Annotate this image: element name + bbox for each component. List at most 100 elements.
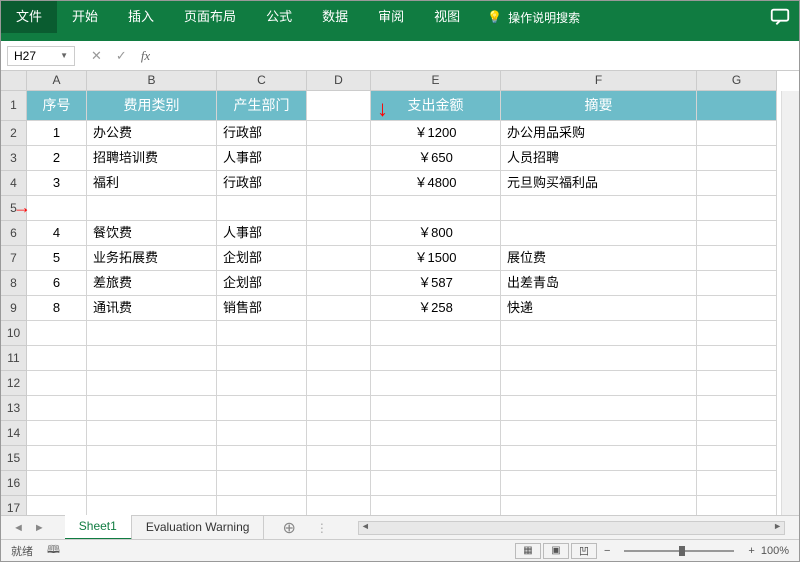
ribbon-tab-insert[interactable]: 插入 <box>113 1 169 33</box>
accessibility-icon[interactable]: 🕮 <box>47 541 60 560</box>
vertical-scrollbar[interactable] <box>781 91 799 529</box>
cells-area[interactable]: 序号费用类别产生部门支出金额摘要1办公费行政部￥1200办公用品采购2招聘培训费… <box>27 91 781 529</box>
formula-input[interactable] <box>166 46 799 65</box>
col-header-E[interactable]: E <box>371 71 501 91</box>
col-header-F[interactable]: F <box>501 71 697 91</box>
cell[interactable] <box>27 471 87 496</box>
row-header[interactable]: 14 <box>1 421 27 446</box>
cell[interactable]: 企划部 <box>217 246 307 271</box>
ribbon-tab-formula[interactable]: 公式 <box>251 1 307 33</box>
cell[interactable] <box>307 171 371 196</box>
cell[interactable] <box>27 321 87 346</box>
cell[interactable] <box>87 446 217 471</box>
cell[interactable]: 行政部 <box>217 121 307 146</box>
cell[interactable] <box>501 421 697 446</box>
cell[interactable]: ￥4800 <box>371 171 501 196</box>
row-header[interactable]: 2 <box>1 121 27 146</box>
cell[interactable] <box>307 471 371 496</box>
zoom-out-button[interactable]: − <box>604 545 610 557</box>
cell[interactable] <box>217 446 307 471</box>
cell[interactable]: 福利 <box>87 171 217 196</box>
row-header[interactable]: 16 <box>1 471 27 496</box>
row-header[interactable]: 8 <box>1 271 27 296</box>
view-pagebreak-button[interactable]: 凹 <box>571 543 597 559</box>
cell[interactable] <box>217 421 307 446</box>
cell[interactable]: 快递 <box>501 296 697 321</box>
cell[interactable] <box>371 471 501 496</box>
cell[interactable] <box>697 146 777 171</box>
name-box[interactable]: H27 ▼ <box>7 46 75 66</box>
cell[interactable] <box>27 196 87 221</box>
cell[interactable] <box>501 471 697 496</box>
tell-me-search[interactable]: 💡 操作说明搜索 <box>487 9 580 26</box>
cell[interactable]: ￥258 <box>371 296 501 321</box>
cell[interactable] <box>697 246 777 271</box>
cell[interactable] <box>87 421 217 446</box>
row-header[interactable]: 7 <box>1 246 27 271</box>
cell[interactable] <box>27 371 87 396</box>
cell[interactable]: 人事部 <box>217 221 307 246</box>
cell[interactable] <box>501 446 697 471</box>
cell[interactable] <box>217 396 307 421</box>
cell[interactable]: 出差青岛 <box>501 271 697 296</box>
cell[interactable]: 元旦购买福利品 <box>501 171 697 196</box>
zoom-in-button[interactable]: + <box>748 545 754 557</box>
cell[interactable] <box>697 271 777 296</box>
cell[interactable] <box>697 371 777 396</box>
cell[interactable] <box>307 346 371 371</box>
row-header[interactable]: 1 <box>1 91 27 121</box>
ribbon-tab-review[interactable]: 审阅 <box>363 1 419 33</box>
cell[interactable]: 3 <box>27 171 87 196</box>
cell[interactable] <box>307 371 371 396</box>
cell[interactable]: 企划部 <box>217 271 307 296</box>
cell[interactable] <box>27 421 87 446</box>
col-header-D[interactable]: D <box>307 71 371 91</box>
row-header[interactable]: 3 <box>1 146 27 171</box>
fx-icon[interactable]: fx <box>141 48 150 64</box>
ribbon-tab-home[interactable]: 开始 <box>57 1 113 33</box>
cell[interactable] <box>501 321 697 346</box>
cell[interactable]: 序号 <box>27 91 87 121</box>
cell[interactable] <box>371 346 501 371</box>
cell[interactable] <box>307 196 371 221</box>
ribbon-tab-data[interactable]: 数据 <box>307 1 363 33</box>
cell[interactable] <box>307 271 371 296</box>
comment-icon[interactable] <box>769 6 791 28</box>
cell[interactable] <box>371 371 501 396</box>
cell[interactable] <box>87 346 217 371</box>
cell[interactable] <box>87 196 217 221</box>
cell[interactable] <box>307 246 371 271</box>
cell[interactable] <box>697 346 777 371</box>
cell[interactable] <box>501 196 697 221</box>
cell[interactable] <box>371 446 501 471</box>
cell[interactable]: 餐饮费 <box>87 221 217 246</box>
cell[interactable]: 5 <box>27 246 87 271</box>
view-normal-button[interactable]: ▦ <box>515 543 541 559</box>
row-header[interactable]: 9 <box>1 296 27 321</box>
cell[interactable]: 销售部 <box>217 296 307 321</box>
check-icon[interactable]: ✓ <box>116 48 127 64</box>
row-header[interactable]: 4 <box>1 171 27 196</box>
row-header[interactable]: 11 <box>1 346 27 371</box>
cell[interactable] <box>697 121 777 146</box>
cell[interactable] <box>307 146 371 171</box>
cell[interactable] <box>27 446 87 471</box>
cell[interactable] <box>307 296 371 321</box>
cell[interactable]: ￥650 <box>371 146 501 171</box>
cell[interactable] <box>501 346 697 371</box>
col-header-A[interactable]: A <box>27 71 87 91</box>
cell[interactable] <box>27 346 87 371</box>
cell[interactable] <box>217 371 307 396</box>
cell[interactable]: 办公费 <box>87 121 217 146</box>
cell[interactable] <box>217 321 307 346</box>
cell[interactable] <box>217 196 307 221</box>
cell[interactable]: 产生部门 <box>217 91 307 121</box>
cell[interactable] <box>217 346 307 371</box>
cell[interactable] <box>371 321 501 346</box>
cell[interactable] <box>697 471 777 496</box>
cell[interactable]: 6 <box>27 271 87 296</box>
cell[interactable]: ￥587 <box>371 271 501 296</box>
cell[interactable] <box>307 91 371 121</box>
cell[interactable] <box>27 396 87 421</box>
cell[interactable] <box>697 321 777 346</box>
